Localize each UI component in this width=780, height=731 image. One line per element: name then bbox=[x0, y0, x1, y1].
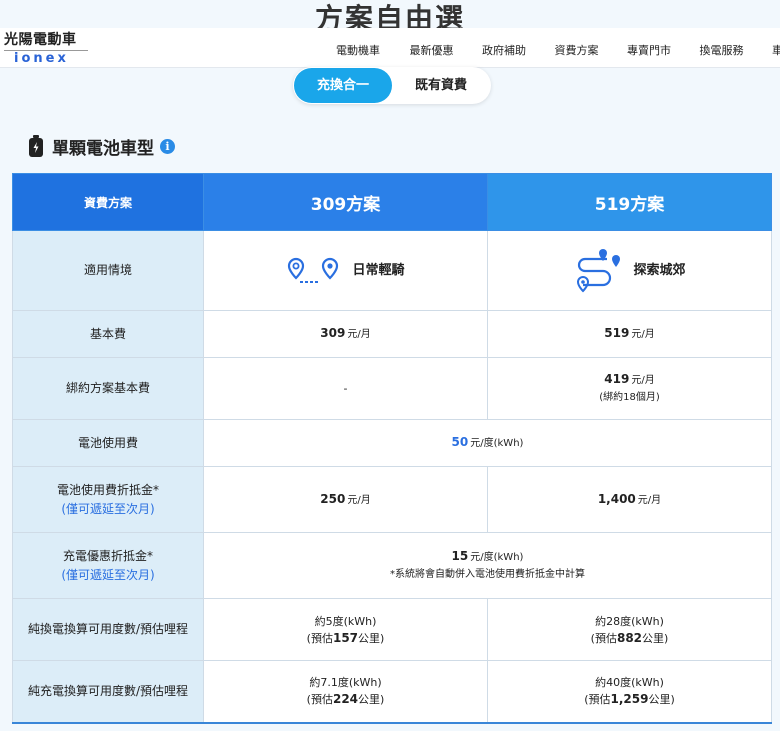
swap-range-a-km: 157 bbox=[332, 630, 359, 645]
charge-range-a: 約7.1度(kWh) (預估224公里) bbox=[203, 660, 488, 723]
charge-range-a-kwh: 約7.1度(kWh) bbox=[309, 676, 382, 690]
base-fee-b-value: 519 bbox=[604, 326, 630, 340]
battery-discount-label: 電池使用費折抵金* bbox=[56, 482, 159, 497]
swap-range-b-prefix: (預估 bbox=[590, 631, 617, 645]
swap-range-a-kwh: 約5度(kWh) bbox=[314, 614, 377, 628]
charge-range-a-km: 224 bbox=[332, 692, 359, 707]
header-plan-label: 資費方案 bbox=[12, 173, 204, 231]
row-label: 電池使用費折抵金* (僅可遞延至次月) bbox=[12, 466, 204, 533]
plan-comparison-table: 資費方案 309方案 519方案 適用情境 日常輕騎 探索城郊 基本費 309 … bbox=[12, 173, 772, 724]
tab-charge-swap[interactable]: 充換合一 bbox=[294, 68, 392, 103]
swap-range-b-kwh: 約28度(kWh) bbox=[595, 614, 664, 628]
info-icon[interactable]: i bbox=[160, 138, 175, 154]
charge-range-b-prefix: (預估 bbox=[584, 693, 611, 707]
section-title-text: 單顆電池車型 bbox=[52, 138, 154, 159]
battery-fee-value: 50 bbox=[451, 435, 469, 449]
charge-range-b: 約40度(kWh) (預估1,259公里) bbox=[487, 660, 772, 723]
swap-range-b: 約28度(kWh) (預估882公里) bbox=[487, 598, 772, 661]
top-navbar: 光陽電動車 ionex 電動機車 最新優惠 政府補助 資費方案 專賣門市 換電服… bbox=[0, 28, 780, 68]
charge-range-b-kwh: 約40度(kWh) bbox=[595, 676, 664, 690]
charge-range-a-suffix: 公里) bbox=[358, 693, 385, 707]
section-title: 單顆電池車型 i bbox=[28, 134, 175, 159]
base-fee-a: 309 元/月 bbox=[203, 310, 488, 358]
table-row-scenario: 適用情境 日常輕騎 探索城郊 bbox=[12, 230, 772, 311]
swap-range-a-suffix: 公里) bbox=[358, 631, 385, 645]
battery-discount-a-value: 250 bbox=[320, 491, 346, 506]
base-fee-b-unit: 元/月 bbox=[631, 329, 655, 340]
tab-existing-rates[interactable]: 既有資費 bbox=[393, 68, 489, 103]
battery-fee-value-cell: 50 元/度(kWh) bbox=[203, 419, 772, 467]
battery-icon bbox=[29, 135, 43, 157]
base-fee-a-unit: 元/月 bbox=[347, 329, 371, 340]
nav-item-owners[interactable]: 車主專 bbox=[772, 42, 780, 58]
scenario-a-text: 日常輕騎 bbox=[352, 263, 405, 278]
scenario-b-text: 探索城郊 bbox=[633, 263, 686, 278]
base-fee-a-value: 309 bbox=[320, 326, 346, 340]
table-row-charge-range: 純充電換算可用度數/預估哩程 約7.1度(kWh) (預估224公里) 約40度… bbox=[12, 660, 772, 723]
nav-item-offers[interactable]: 最新優惠 bbox=[410, 42, 479, 58]
battery-fee-unit: 元/度(kWh) bbox=[470, 438, 524, 449]
nav-menu: 電動機車 最新優惠 政府補助 資費方案 專賣門市 換電服務 車主專 bbox=[336, 42, 780, 58]
charge-range-b-km: 1,259 bbox=[610, 692, 649, 707]
brand-logo[interactable]: 光陽電動車 ionex bbox=[4, 32, 94, 66]
nav-item-swap-service[interactable]: 換電服務 bbox=[700, 42, 769, 58]
battery-discount-b: 1,400 元/月 bbox=[487, 466, 772, 533]
charge-discount-label: 充電優惠折抵金* bbox=[62, 548, 153, 563]
charge-discount-note: (僅可遞延至次月) bbox=[61, 567, 155, 582]
bundle-fee-b-note: (綁約18個月) bbox=[599, 392, 660, 403]
swap-range-b-suffix: 公里) bbox=[642, 631, 669, 645]
route-pins-icon bbox=[288, 257, 339, 283]
scenario-cell-a: 日常輕騎 bbox=[203, 230, 488, 311]
charge-discount-footnote: *系統將會自動併入電池使用費折抵金中計算 bbox=[390, 569, 585, 580]
row-label: 綁約方案基本費 bbox=[12, 357, 204, 420]
battery-discount-b-value: 1,400 bbox=[597, 491, 636, 506]
brand-chinese: 光陽電動車 bbox=[4, 32, 77, 48]
table-row-swap-range: 純換電換算可用度數/預估哩程 約5度(kWh) (預估157公里) 約28度(k… bbox=[12, 598, 772, 661]
nav-item-plans[interactable]: 資費方案 bbox=[555, 42, 624, 58]
bundle-fee-b-unit: 元/月 bbox=[631, 375, 655, 386]
battery-discount-b-unit: 元/月 bbox=[637, 494, 662, 506]
table-row-battery-discount: 電池使用費折抵金* (僅可遞延至次月) 250 元/月 1,400 元/月 bbox=[12, 466, 772, 533]
charge-range-a-prefix: (預估 bbox=[306, 693, 333, 707]
row-label: 適用情境 bbox=[12, 230, 204, 311]
table-row-base-fee: 基本費 309 元/月 519 元/月 bbox=[12, 310, 772, 358]
table-header-row: 資費方案 309方案 519方案 bbox=[12, 173, 772, 231]
table-row-bundle-fee: 綁約方案基本費 - 419 元/月 (綁約18個月) bbox=[12, 357, 772, 420]
row-label: 純充電換算可用度數/預估哩程 bbox=[12, 660, 204, 723]
swap-range-b-km: 882 bbox=[616, 630, 643, 645]
row-label: 充電優惠折抵金* (僅可遞延至次月) bbox=[12, 532, 204, 599]
table-row-charge-discount: 充電優惠折抵金* (僅可遞延至次月) 15 元/度(kWh) *系統將會自動併入電… bbox=[12, 532, 772, 599]
swap-range-a-prefix: (預估 bbox=[306, 631, 333, 645]
battery-discount-note: (僅可遞延至次月) bbox=[61, 501, 155, 516]
header-plan-309: 309方案 bbox=[203, 173, 488, 231]
plan-type-toggle: 充換合一 既有資費 bbox=[293, 67, 491, 104]
bundle-fee-b-value: 419 bbox=[604, 372, 630, 386]
winding-route-icon bbox=[577, 248, 621, 292]
nav-item-stores[interactable]: 專賣門市 bbox=[627, 42, 696, 58]
battery-discount-a-unit: 元/月 bbox=[347, 494, 371, 506]
header-plan-519: 519方案 bbox=[487, 173, 772, 231]
battery-discount-a: 250 元/月 bbox=[203, 466, 488, 533]
charge-range-b-suffix: 公里) bbox=[648, 693, 675, 707]
headline-text: 方案自由選 bbox=[314, 2, 465, 31]
row-label: 電池使用費 bbox=[12, 419, 204, 467]
bundle-fee-a: - bbox=[203, 357, 488, 420]
nav-item-scooters[interactable]: 電動機車 bbox=[336, 42, 406, 58]
charge-discount-value: 15 bbox=[451, 549, 469, 563]
bundle-fee-b: 419 元/月 (綁約18個月) bbox=[487, 357, 772, 420]
charge-discount-value-cell: 15 元/度(kWh) *系統將會自動併入電池使用費折抵金中計算 bbox=[203, 532, 772, 599]
table-row-battery-fee: 電池使用費 50 元/度(kWh) bbox=[12, 419, 772, 467]
nav-item-subsidy[interactable]: 政府補助 bbox=[482, 42, 551, 58]
row-label: 純換電換算可用度數/預估哩程 bbox=[12, 598, 204, 661]
charge-discount-unit: 元/度(kWh) bbox=[470, 552, 524, 563]
row-label: 基本費 bbox=[12, 310, 204, 358]
scenario-cell-b: 探索城郊 bbox=[487, 230, 772, 311]
page-headline: 方案自由選 bbox=[0, 0, 780, 31]
brand-english: ionex bbox=[14, 51, 69, 66]
swap-range-a: 約5度(kWh) (預估157公里) bbox=[203, 598, 488, 661]
base-fee-b: 519 元/月 bbox=[487, 310, 772, 358]
